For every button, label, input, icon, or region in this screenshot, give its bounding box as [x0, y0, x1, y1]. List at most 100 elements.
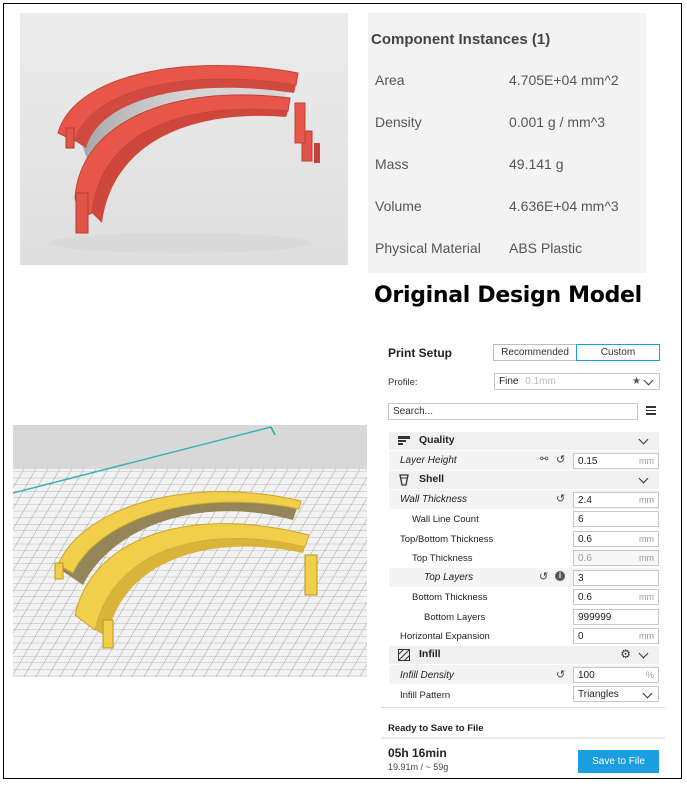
top-bottom-thickness-input[interactable]: 0.6 mm [573, 531, 659, 547]
original-model-render [20, 13, 348, 265]
horizontal-expansion-value: 0 [578, 631, 584, 642]
unit-label: mm [639, 495, 654, 505]
horizontal-expansion-input[interactable]: 0 mm [573, 628, 659, 644]
top-bottom-thickness-value: 0.6 [578, 534, 592, 545]
shell-icon [399, 474, 409, 486]
top-layers-label: Top Layers [424, 572, 474, 583]
section-quality[interactable]: Quality [389, 432, 659, 450]
property-key: Area [375, 72, 405, 88]
wall-thickness-value: 2.4 [578, 495, 592, 506]
property-row-volume: Volume 4.636E+04 mm^3 [375, 198, 645, 218]
bottom-thickness-input[interactable]: 0.6 mm [573, 589, 659, 605]
figure-caption: Original Design Model [374, 283, 642, 308]
progress-track [381, 737, 665, 739]
profile-label: Profile: [388, 377, 418, 388]
infill-icon [398, 649, 410, 661]
property-value: 49.141 g [509, 156, 564, 172]
property-value: 4.636E+04 mm^3 [509, 198, 619, 214]
unit-label: mm [639, 592, 654, 602]
material-usage: 19.91m / ~ 59g [388, 762, 449, 772]
recommended-mode-button[interactable]: Recommended [493, 344, 577, 361]
quality-icon [398, 436, 410, 445]
chevron-down-icon [638, 434, 649, 445]
section-title: Infill [419, 648, 441, 660]
reset-icon[interactable]: ↺ [556, 668, 565, 681]
print-setup-title: Print Setup [388, 346, 453, 360]
profile-hint: 0.1mm [525, 376, 556, 387]
property-value: ABS Plastic [509, 240, 583, 256]
property-value: 0.001 g / mm^3 [509, 114, 606, 130]
build-plate-view [13, 425, 367, 677]
profile-value: Fine [499, 376, 519, 387]
bottom-layers-value: 999999 [578, 612, 612, 623]
red-headband-model [50, 65, 320, 253]
wall-thickness-input[interactable]: 2.4 mm [573, 492, 659, 508]
star-icon: ★ [632, 376, 641, 387]
property-key: Mass [375, 156, 409, 172]
top-layers-value: 3 [578, 573, 584, 584]
infill-pattern-label: Infill Pattern [400, 690, 451, 701]
bottom-layers-input[interactable]: 999999 [573, 609, 659, 625]
top-thickness-label: Top Thickness [412, 553, 473, 564]
divider [381, 707, 665, 708]
section-infill[interactable]: Infill ⚙ [389, 646, 659, 664]
wall-line-count-label: Wall Line Count [412, 514, 479, 525]
settings-menu-icon[interactable] [646, 406, 656, 415]
bottom-thickness-label: Bottom Thickness [412, 592, 488, 603]
wall-line-count-value: 6 [578, 514, 584, 525]
section-shell[interactable]: Shell [389, 471, 659, 489]
chevron-down-icon [642, 688, 653, 699]
wall-thickness-label: Wall Thickness [400, 494, 468, 505]
chevron-down-icon [638, 473, 649, 484]
wall-line-count-input[interactable]: 6 [573, 511, 659, 527]
unit-label: % [645, 670, 654, 680]
property-key: Physical Material [375, 240, 481, 256]
reset-icon[interactable]: ↺ [556, 492, 565, 505]
horizontal-expansion-label: Horizontal Expansion [400, 631, 490, 642]
save-to-file-button[interactable]: Save to File [578, 750, 659, 773]
property-row-area: Area 4.705E+04 mm^2 [375, 72, 645, 92]
top-bottom-thickness-label: Top/Bottom Thickness [400, 534, 494, 545]
bottom-layers-label: Bottom Layers [424, 612, 486, 623]
property-value: 4.705E+04 mm^2 [509, 72, 619, 88]
custom-mode-button[interactable]: Custom [576, 344, 660, 361]
reset-icon[interactable]: ↺ [556, 453, 565, 466]
print-time: 05h 16min [388, 746, 447, 760]
unit-label: mm [639, 456, 654, 466]
property-row-density: Density 0.001 g / mm^3 [375, 114, 645, 134]
profile-select[interactable]: Fine 0.1mm ★ [494, 373, 660, 390]
link-icon[interactable]: ⚯ [540, 454, 548, 465]
property-key: Density [375, 114, 422, 130]
gear-icon[interactable]: ⚙ [620, 647, 631, 661]
top-layers-input[interactable]: 3 [573, 570, 659, 586]
component-properties-panel: Component Instances (1) Area 4.705E+04 m… [368, 13, 646, 273]
infill-pattern-value: Triangles [578, 689, 619, 700]
properties-header: Component Instances (1) [371, 31, 551, 48]
sliced-model-viewport[interactable] [13, 425, 367, 677]
top-thickness-input[interactable]: 0.6 mm [573, 550, 659, 566]
layer-height-input[interactable]: 0.15 mm [573, 453, 659, 469]
unit-label: mm [639, 553, 654, 563]
property-key: Volume [375, 198, 422, 214]
reset-icon[interactable]: ↺ [539, 570, 548, 583]
section-title: Shell [419, 473, 445, 485]
property-row-physical-material: Physical Material ABS Plastic [375, 240, 645, 260]
chevron-down-icon [638, 648, 649, 659]
info-icon[interactable]: i [555, 571, 565, 581]
settings-search-input[interactable]: Search... [388, 403, 638, 420]
print-setup-panel: Print Setup Recommended Custom Profile: … [381, 337, 665, 777]
status-text: Ready to Save to File [388, 723, 484, 734]
layer-height-label: Layer Height [400, 455, 457, 466]
infill-density-input[interactable]: 100 % [573, 667, 659, 683]
top-thickness-value: 0.6 [578, 553, 592, 564]
chevron-down-icon [643, 375, 654, 386]
section-title: Quality [419, 434, 455, 446]
infill-density-value: 100 [578, 670, 595, 681]
unit-label: mm [639, 534, 654, 544]
bottom-thickness-value: 0.6 [578, 592, 592, 603]
infill-density-label: Infill Density [400, 670, 454, 681]
layer-height-value: 0.15 [578, 456, 598, 467]
infill-pattern-select[interactable]: Triangles [573, 686, 659, 702]
unit-label: mm [639, 631, 654, 641]
property-row-mass: Mass 49.141 g [375, 156, 645, 176]
